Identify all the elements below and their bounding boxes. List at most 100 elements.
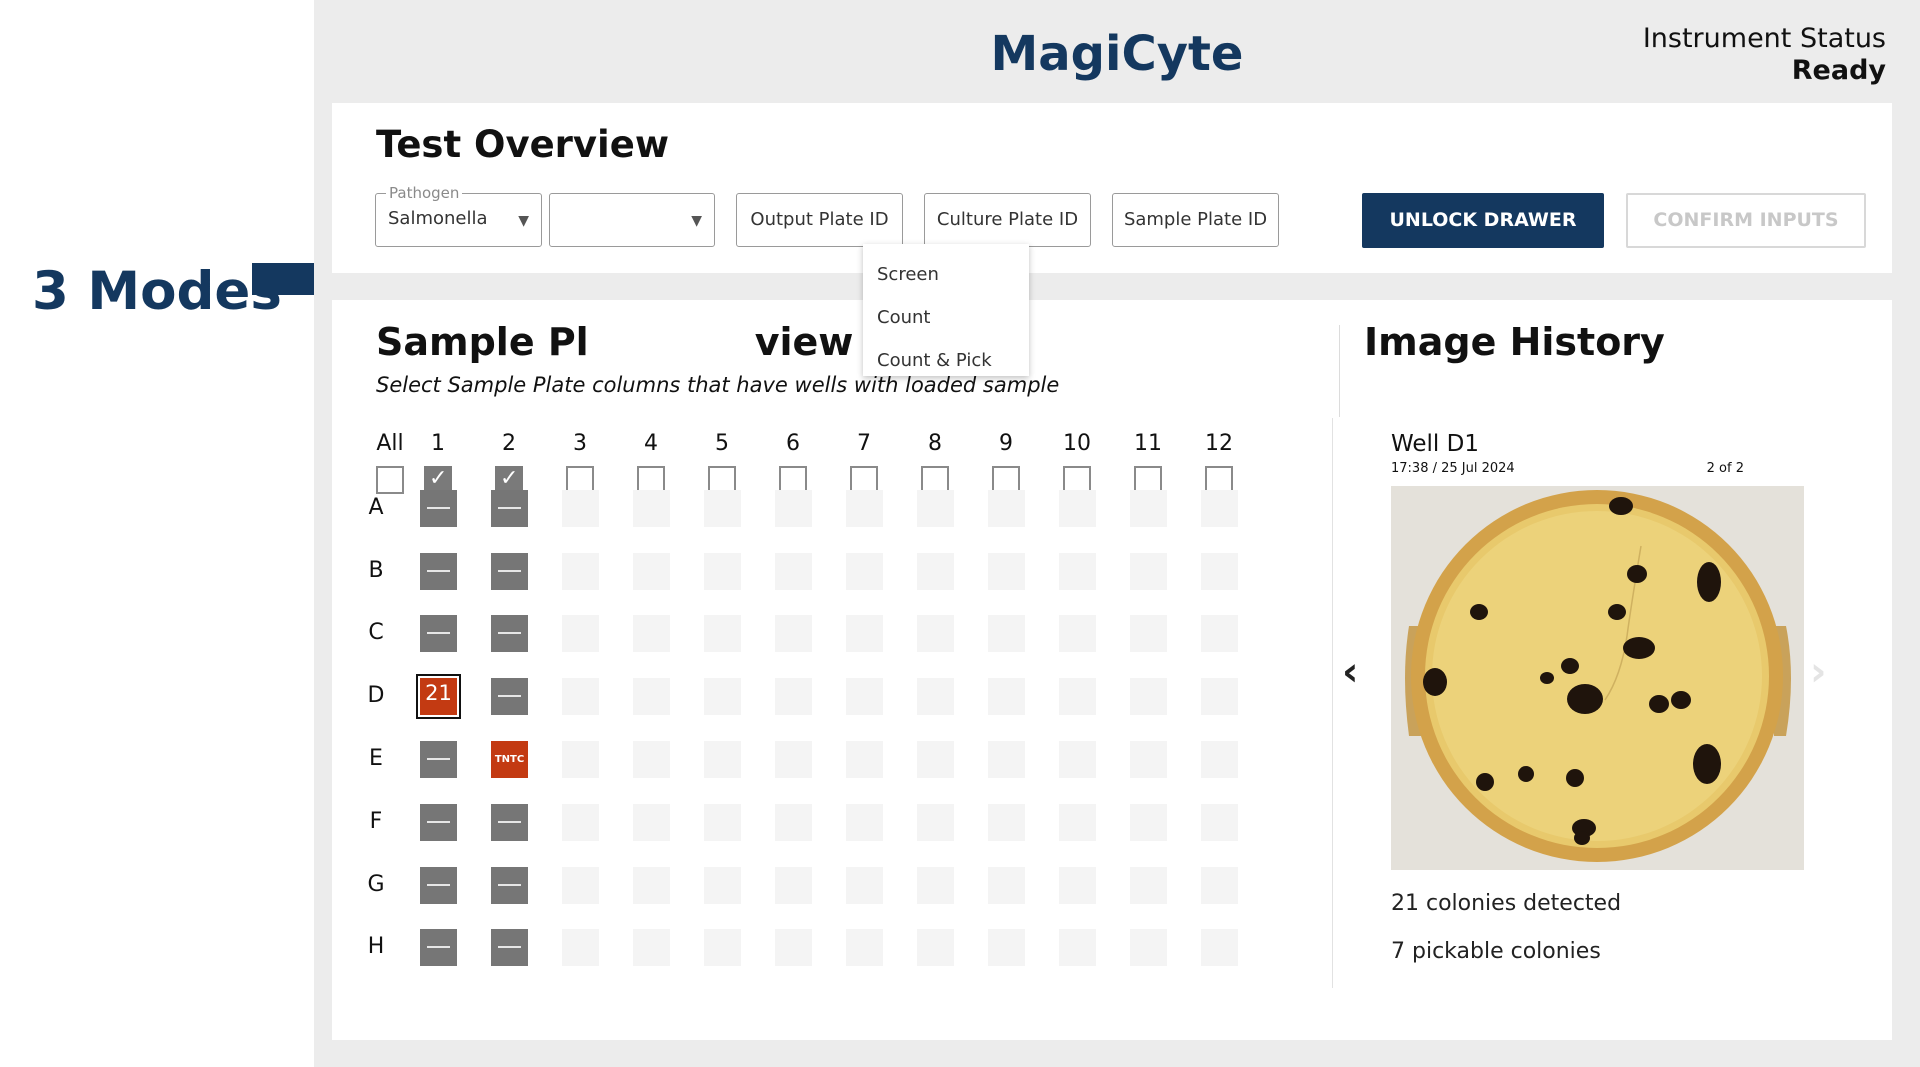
column-header-all: All	[376, 431, 404, 456]
instrument-status-label: Instrument Status	[1642, 23, 1886, 54]
well-A1[interactable]	[420, 490, 457, 527]
well-A6	[775, 490, 812, 527]
well-G5	[704, 867, 741, 904]
well-B4	[633, 553, 670, 590]
well-H6	[775, 929, 812, 966]
well-F2[interactable]	[491, 804, 528, 841]
well-G12	[1201, 867, 1238, 904]
well-E1[interactable]	[420, 741, 457, 778]
well-F3	[562, 804, 599, 841]
column-header: 12	[1205, 431, 1233, 456]
sample-plate-id-placeholder: Sample Plate ID	[1123, 209, 1268, 230]
row-label: D	[367, 683, 385, 708]
well-A5	[704, 490, 741, 527]
well-E5	[704, 741, 741, 778]
well-H9	[988, 929, 1025, 966]
well-G4	[633, 867, 670, 904]
mode-select[interactable]: ▼	[549, 193, 715, 247]
pathogen-select[interactable]: Pathogen Salmonella ▼	[375, 184, 542, 247]
well-D5	[704, 678, 741, 715]
row-label: C	[368, 620, 384, 645]
well-G8	[917, 867, 954, 904]
well-E10	[1059, 741, 1096, 778]
well-H7	[846, 929, 883, 966]
chevron-down-icon: ▼	[518, 213, 529, 229]
row-label: E	[369, 746, 383, 771]
test-overview-panel: Test Overview Pathogen Salmonella ▼ ▼ Ou…	[332, 103, 1892, 273]
well-F4	[633, 804, 670, 841]
well-B7	[846, 553, 883, 590]
panel-divider	[1332, 418, 1333, 988]
annotation-label: 3 Modes	[32, 261, 282, 322]
colonies-detected-text: 21 colonies detected	[1391, 891, 1622, 916]
well-C4	[633, 615, 670, 652]
well-B9	[988, 553, 1025, 590]
well-B1[interactable]	[420, 553, 457, 590]
well-C9	[988, 615, 1025, 652]
well-D10	[1059, 678, 1096, 715]
unlock-drawer-button[interactable]: UNLOCK DRAWER	[1362, 193, 1604, 248]
well-E12	[1201, 741, 1238, 778]
well-title: Well D1	[1391, 431, 1479, 457]
well-timestamp: 17:38 / 25 Jul 2024	[1391, 461, 1515, 476]
well-B8	[917, 553, 954, 590]
well-H2[interactable]	[491, 929, 528, 966]
well-E8	[917, 741, 954, 778]
well-E9	[988, 741, 1025, 778]
well-D6	[775, 678, 812, 715]
column-header: 3	[573, 431, 587, 456]
well-D4	[633, 678, 670, 715]
sample-plate-title: Sample Pl view	[376, 318, 853, 366]
mode-option-count[interactable]: Count	[877, 307, 930, 329]
well-E4	[633, 741, 670, 778]
chevron-right-icon[interactable]: ›	[1810, 650, 1826, 694]
well-C1[interactable]	[420, 615, 457, 652]
mode-option-screen[interactable]: Screen	[877, 264, 939, 286]
pickable-colonies-text: 7 pickable colonies	[1391, 939, 1601, 964]
sample-plate-id-input[interactable]: Sample Plate ID	[1112, 193, 1279, 247]
well-B12	[1201, 553, 1238, 590]
well-A11	[1130, 490, 1167, 527]
well-C10	[1059, 615, 1096, 652]
chevron-left-icon[interactable]: ‹	[1342, 650, 1358, 694]
well-E2[interactable]: TNTC	[491, 741, 528, 778]
row-label: H	[367, 934, 385, 959]
well-C5	[704, 615, 741, 652]
well-H12	[1201, 929, 1238, 966]
well-H1[interactable]	[420, 929, 457, 966]
well-B2[interactable]	[491, 553, 528, 590]
well-C12	[1201, 615, 1238, 652]
well-C11	[1130, 615, 1167, 652]
column-header: 7	[857, 431, 871, 456]
select-all-checkbox[interactable]	[376, 466, 404, 494]
well-C2[interactable]	[491, 615, 528, 652]
well-F10	[1059, 804, 1096, 841]
chevron-down-icon: ▼	[691, 213, 702, 229]
well-H5	[704, 929, 741, 966]
well-C8	[917, 615, 954, 652]
culture-plate-id-input[interactable]: Culture Plate ID	[924, 193, 1091, 247]
sample-plate-title-left: Sample Pl	[376, 320, 589, 364]
column-header: 2	[502, 431, 516, 456]
mode-dropdown-menu: Screen Count Count & Pick	[863, 244, 1029, 376]
well-colony-image	[1391, 486, 1804, 870]
well-A7	[846, 490, 883, 527]
panel-divider	[1339, 325, 1340, 417]
output-plate-id-input[interactable]: Output Plate ID	[736, 193, 903, 247]
pathogen-legend: Pathogen	[386, 184, 463, 202]
well-D1[interactable]: 21	[416, 674, 461, 719]
well-G2[interactable]	[491, 867, 528, 904]
app-window: MagiCyte Instrument Status Ready Test Ov…	[314, 0, 1920, 1067]
well-D7	[846, 678, 883, 715]
well-D2[interactable]	[491, 678, 528, 715]
well-A2[interactable]	[491, 490, 528, 527]
well-G1[interactable]	[420, 867, 457, 904]
image-index: 2 of 2	[1706, 461, 1744, 476]
well-F1[interactable]	[420, 804, 457, 841]
well-C6	[775, 615, 812, 652]
well-A9	[988, 490, 1025, 527]
mode-option-count-and-pick[interactable]: Count & Pick	[877, 350, 992, 372]
well-C3	[562, 615, 599, 652]
confirm-inputs-button[interactable]: CONFIRM INPUTS	[1626, 193, 1866, 248]
row-label: F	[369, 809, 383, 834]
